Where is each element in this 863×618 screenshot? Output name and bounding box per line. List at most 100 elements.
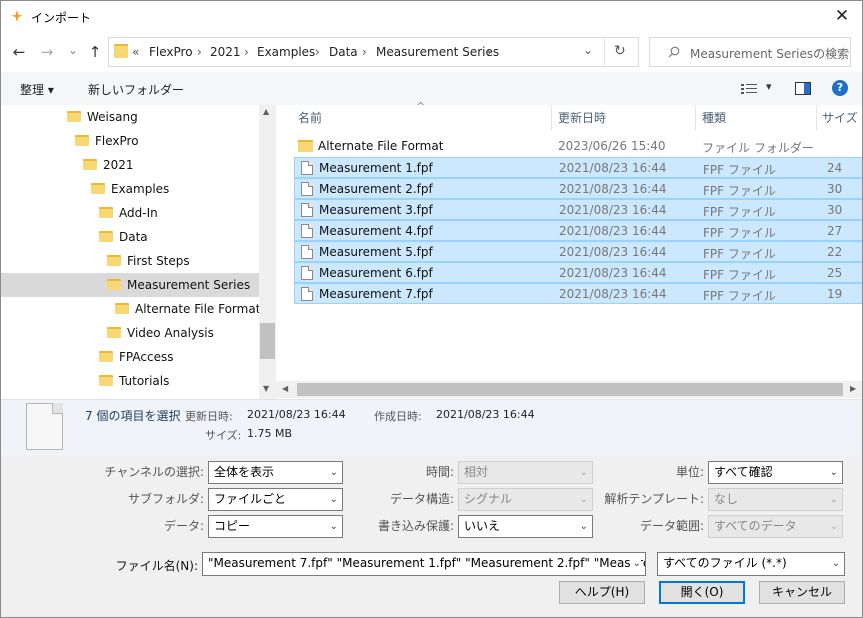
- folder-icon: [67, 111, 81, 122]
- breadcrumb-separator-icon[interactable]: ›: [197, 45, 202, 59]
- file-type-filter[interactable]: すべてのファイル (*.*) ⌄: [657, 552, 845, 576]
- folder-icon: [107, 327, 121, 338]
- breadcrumb-examples[interactable]: Examples: [257, 45, 315, 59]
- breadcrumb-measurement-series[interactable]: Measurement Series: [376, 45, 499, 59]
- tree-item-measurement-series[interactable]: Measurement Series: [1, 273, 259, 297]
- new-folder-button[interactable]: 新しいフォルダー: [88, 81, 184, 98]
- tree-item-first-steps[interactable]: First Steps: [1, 249, 259, 273]
- file-row[interactable]: Measurement 7.fpf 2021/08/23 16:44 FPF フ…: [294, 283, 862, 304]
- address-bar[interactable]: « FlexPro › 2021 › Examples › Data › Mea…: [108, 37, 639, 67]
- scroll-down-icon[interactable]: ▼: [263, 384, 269, 393]
- command-toolbar: 整理 ▾ 新しいフォルダー ▾ ?: [1, 72, 862, 105]
- scroll-up-icon[interactable]: ▲: [263, 107, 269, 116]
- tree-item-2021[interactable]: 2021: [1, 153, 259, 177]
- file-row-folder[interactable]: Alternate File Format 2023/06/26 15:40 フ…: [294, 136, 862, 157]
- breadcrumb-data[interactable]: Data: [329, 45, 358, 59]
- subfolder-select[interactable]: ファイルごと ⌄: [208, 488, 343, 511]
- horizontal-scroll-thumb[interactable]: [297, 383, 843, 396]
- sidebar-scroll-thumb[interactable]: [260, 323, 275, 359]
- file-row[interactable]: Measurement 4.fpf 2021/08/23 16:44 FPF フ…: [294, 220, 862, 241]
- refresh-icon[interactable]: ↻: [614, 43, 626, 59]
- tree-item-alternate-file-format[interactable]: Alternate File Format: [1, 297, 260, 321]
- structure-select[interactable]: シグナル ⌄: [458, 488, 593, 511]
- file-size: 30: [827, 182, 843, 196]
- breadcrumb-separator-icon[interactable]: ›: [362, 45, 367, 59]
- data-select[interactable]: コピー ⌄: [208, 515, 343, 538]
- tree-item-video-analysis[interactable]: Video Analysis: [1, 321, 259, 345]
- file-name: Measurement 1.fpf: [319, 161, 433, 175]
- address-history-chevron-icon[interactable]: ⌄: [583, 43, 593, 57]
- file-name: Alternate File Format: [318, 139, 444, 153]
- writeprotect-select[interactable]: いいえ ⌄: [458, 515, 593, 538]
- close-icon[interactable]: ✕: [827, 5, 857, 27]
- forward-arrow-icon[interactable]: →: [37, 41, 57, 63]
- chevron-down-icon: ⌄: [579, 467, 588, 478]
- time-select[interactable]: 相対 ⌄: [458, 461, 593, 484]
- created-value: 2021/08/23 16:44: [436, 408, 535, 421]
- file-size: 25: [827, 266, 843, 280]
- file-type: FPF ファイル: [703, 247, 776, 261]
- search-box[interactable]: Measurement Seriesの検索: [649, 37, 851, 67]
- created-label: 作成日時:: [374, 410, 422, 423]
- tree-item-data[interactable]: Data: [1, 225, 259, 249]
- column-divider[interactable]: [551, 105, 552, 131]
- tree-item-tutorials[interactable]: Tutorials: [1, 369, 259, 393]
- time-label: 時間:: [425, 465, 454, 479]
- breadcrumb-2021[interactable]: 2021: [210, 45, 241, 59]
- folder-icon: [298, 140, 313, 152]
- recent-locations-chevron-icon[interactable]: ⌄: [63, 39, 83, 61]
- chevron-down-icon: ⌄: [579, 521, 588, 532]
- range-select[interactable]: すべてのデータ ⌄: [708, 515, 843, 538]
- channel-select[interactable]: 全体を表示 ⌄: [208, 461, 343, 484]
- search-icon: [668, 46, 680, 58]
- unit-select[interactable]: すべて確認 ⌄: [708, 461, 843, 484]
- file-row[interactable]: Measurement 1.fpf 2021/08/23 16:44 FPF フ…: [294, 157, 862, 178]
- template-select[interactable]: なし ⌄: [708, 488, 843, 511]
- file-row[interactable]: Measurement 5.fpf 2021/08/23 16:44 FPF フ…: [294, 241, 862, 262]
- folder-icon: [99, 207, 113, 218]
- column-divider[interactable]: [695, 105, 696, 131]
- folder-icon: [99, 375, 113, 386]
- cancel-button[interactable]: キャンセル: [759, 581, 845, 604]
- breadcrumb-separator-icon[interactable]: ›: [315, 45, 320, 59]
- filename-input[interactable]: "Measurement 7.fpf" "Measurement 1.fpf" …: [202, 552, 646, 576]
- file-date: 2021/08/23 16:44: [559, 224, 667, 238]
- breadcrumb-overflow-icon[interactable]: «: [132, 45, 139, 59]
- open-button[interactable]: 開く(O): [659, 581, 745, 604]
- scroll-right-icon[interactable]: ▶: [850, 384, 856, 393]
- file-row[interactable]: Measurement 6.fpf 2021/08/23 16:44 FPF フ…: [294, 262, 862, 283]
- file-icon: [301, 245, 313, 259]
- breadcrumb-flexpro[interactable]: FlexPro: [149, 45, 193, 59]
- subfolder-label: サブフォルダ:: [127, 492, 204, 506]
- organize-button[interactable]: 整理 ▾: [20, 81, 54, 98]
- help-icon[interactable]: ?: [832, 80, 848, 96]
- view-details-icon[interactable]: [741, 83, 757, 95]
- help-button[interactable]: ヘルプ(H): [559, 581, 645, 604]
- column-divider[interactable]: [816, 105, 817, 131]
- preview-pane-icon[interactable]: [795, 82, 811, 95]
- file-row[interactable]: Measurement 2.fpf 2021/08/23 16:44 FPF フ…: [294, 178, 862, 199]
- breadcrumb-separator-icon[interactable]: ›: [487, 45, 492, 59]
- tree-item-flexpro[interactable]: FlexPro: [1, 129, 259, 153]
- tree-item-fpaccess[interactable]: FPAccess: [1, 345, 259, 369]
- tree-item-examples[interactable]: Examples: [1, 177, 259, 201]
- file-name: Measurement 2.fpf: [319, 182, 433, 196]
- file-icon: [301, 266, 313, 280]
- back-arrow-icon[interactable]: ←: [9, 41, 29, 63]
- tree-item-add-in[interactable]: Add-In: [1, 201, 259, 225]
- column-header-size[interactable]: サイズ: [822, 105, 858, 131]
- file-row[interactable]: Measurement 3.fpf 2021/08/23 16:44 FPF フ…: [294, 199, 862, 220]
- folder-icon: [99, 351, 113, 362]
- file-name: Measurement 5.fpf: [319, 245, 433, 259]
- column-header-date[interactable]: 更新日時: [558, 105, 606, 131]
- channel-label: チャンネルの選択:: [104, 465, 204, 479]
- view-options-chevron-icon[interactable]: ▾: [766, 80, 772, 93]
- search-input[interactable]: Measurement Seriesの検索: [690, 45, 849, 62]
- breadcrumb-separator-icon[interactable]: ›: [244, 45, 249, 59]
- column-header-name[interactable]: 名前: [298, 105, 322, 131]
- file-icon: [301, 161, 313, 175]
- column-header-type[interactable]: 種類: [702, 105, 726, 131]
- tree-item-weisang[interactable]: Weisang: [1, 105, 259, 129]
- scroll-left-icon[interactable]: ◀: [282, 384, 288, 393]
- up-arrow-icon[interactable]: ↑: [85, 41, 105, 63]
